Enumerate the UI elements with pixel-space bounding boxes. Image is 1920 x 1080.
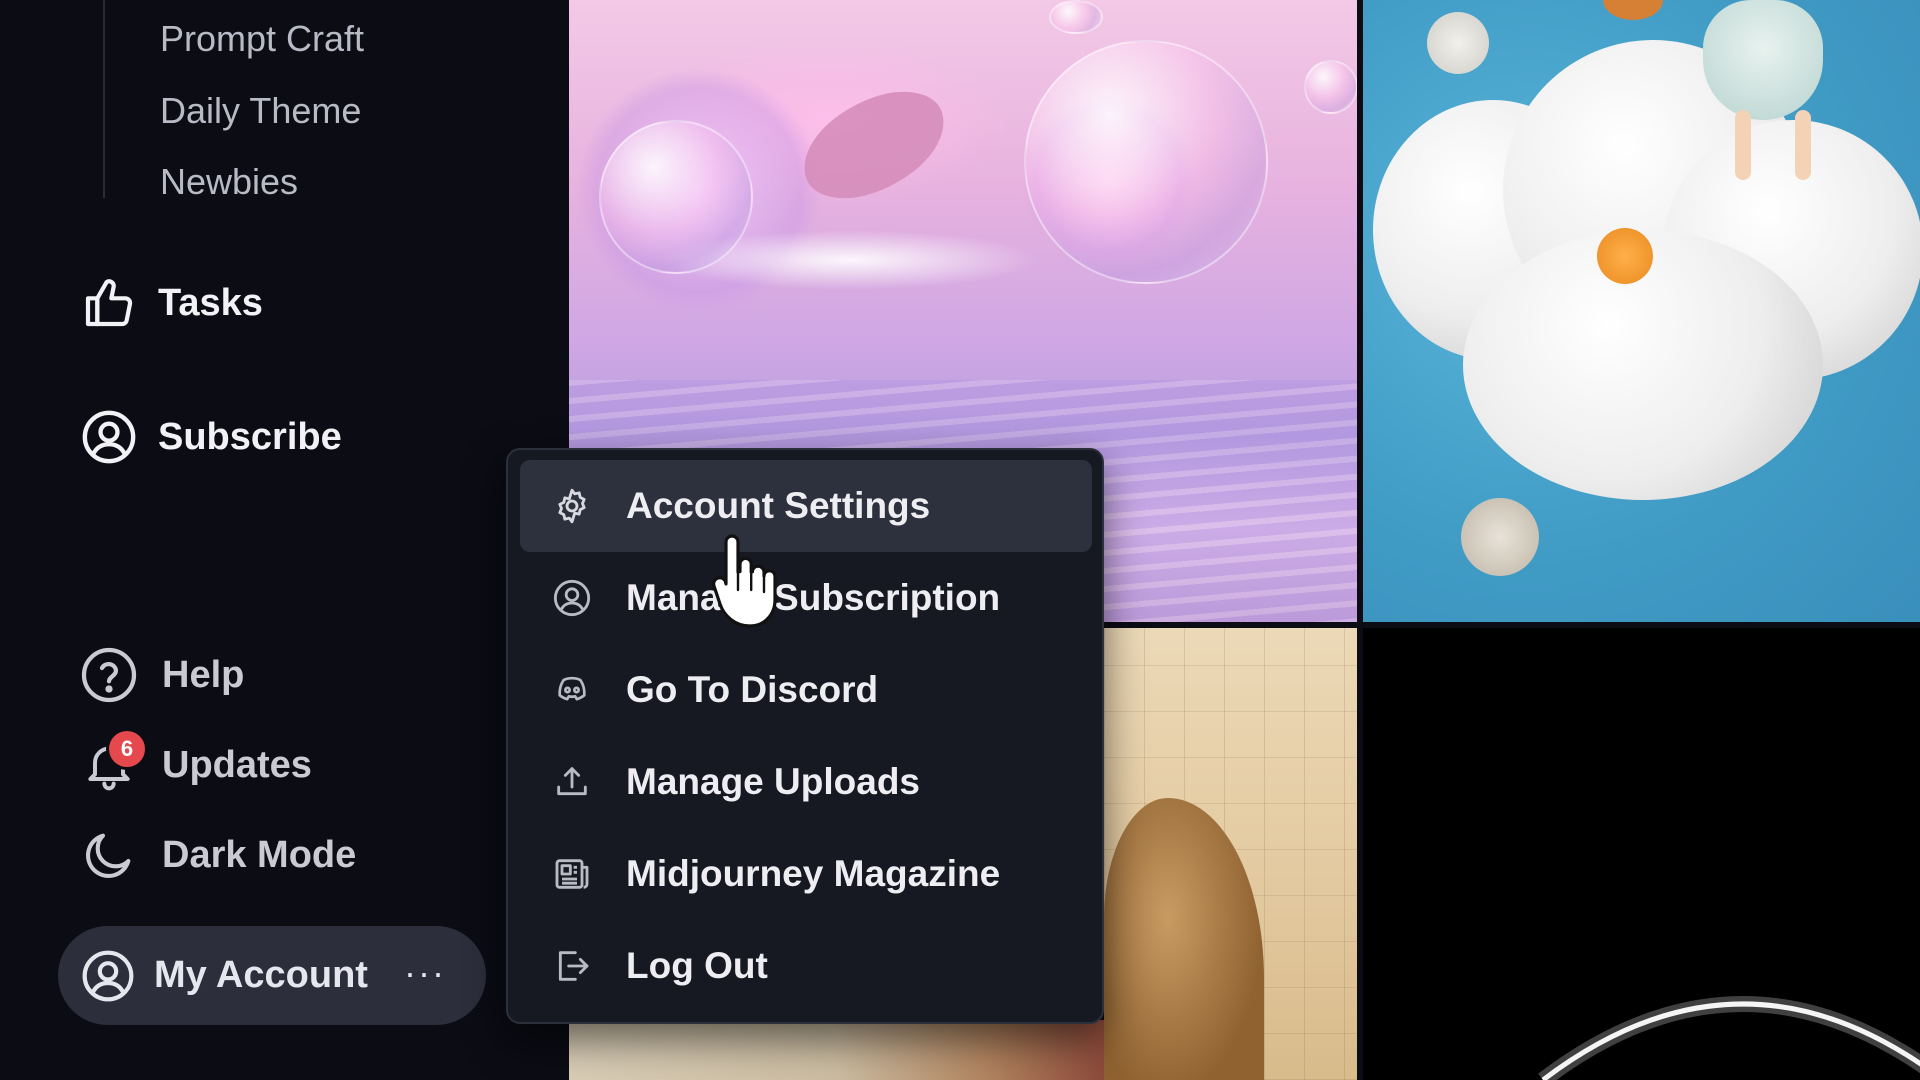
menu-item-label: Manage Uploads — [626, 761, 920, 802]
doll-figure — [1703, 0, 1823, 120]
my-account-label: My Account — [154, 954, 368, 996]
menu-item-manage-subscription[interactable]: Manage Subscription — [520, 552, 1092, 644]
glow-arc — [1538, 996, 1920, 1080]
sidebar-item-label: Subscribe — [158, 415, 342, 458]
sidebar-item-tasks[interactable]: Tasks — [78, 272, 263, 334]
hand-cursor-icon — [712, 532, 780, 632]
upload-icon — [548, 758, 596, 806]
discord-icon — [548, 666, 596, 714]
user-circle-icon — [80, 948, 136, 1004]
sidebar: Prompt Craft Daily Theme Newbies Tasks S… — [0, 0, 569, 1080]
sidebar-item-help[interactable]: Help — [78, 644, 244, 706]
account-dropdown-menu: Account Settings Manage Subscription Go … — [506, 448, 1104, 1024]
menu-item-midjourney-magazine[interactable]: Midjourney Magazine — [520, 828, 1092, 920]
menu-item-account-settings[interactable]: Account Settings — [520, 460, 1092, 552]
user-circle-icon — [78, 406, 140, 468]
felt-button — [1427, 12, 1489, 74]
menu-item-label: Log Out — [626, 945, 768, 986]
bubble — [1049, 0, 1103, 34]
menu-item-label: Manage Subscription — [626, 577, 1001, 618]
user-circle-icon — [548, 574, 596, 622]
felt-object — [1603, 0, 1663, 20]
sidebar-item-subscribe[interactable]: Subscribe — [78, 406, 342, 468]
sidebar-item-dark-mode[interactable]: Dark Mode — [78, 824, 356, 886]
bell-icon: 6 — [78, 728, 148, 796]
bubble — [1304, 60, 1357, 114]
logout-icon — [548, 942, 596, 990]
gallery-image-dark[interactable] — [1363, 628, 1920, 1080]
menu-item-label: Account Settings — [626, 485, 931, 526]
gear-icon — [548, 482, 596, 530]
sidebar-item-label: Help — [162, 653, 245, 696]
gallery-image-felt-cloud[interactable] — [1363, 0, 1920, 622]
my-account-button[interactable]: My Account ··· — [58, 926, 486, 1025]
sidebar-item-updates[interactable]: 6 Updates — [78, 728, 312, 796]
doll-leg — [1735, 110, 1751, 180]
sidebar-item-label: Dark Mode — [162, 833, 357, 876]
bubble — [1024, 40, 1268, 284]
menu-item-manage-uploads[interactable]: Manage Uploads — [520, 736, 1092, 828]
sidebar-item-label: Tasks — [158, 281, 263, 324]
menu-item-label: Go To Discord — [626, 669, 879, 710]
menu-item-log-out[interactable]: Log Out — [520, 920, 1092, 1012]
whale-tail — [788, 77, 960, 213]
thumbs-up-icon — [78, 272, 140, 334]
sidebar-item-newbies[interactable]: Newbies — [160, 161, 298, 203]
bubble — [599, 120, 753, 274]
notification-badge: 6 — [106, 728, 148, 770]
help-circle-icon — [78, 644, 140, 706]
more-options-icon[interactable]: ··· — [404, 952, 446, 994]
subnav-divider — [103, 0, 105, 198]
felt-button — [1461, 498, 1539, 576]
magazine-icon — [548, 850, 596, 898]
gallery-image-sketch-bottom[interactable] — [569, 1020, 1104, 1080]
moon-icon — [78, 824, 140, 886]
doll-leg — [1795, 110, 1811, 180]
menu-item-go-to-discord[interactable]: Go To Discord — [520, 644, 1092, 736]
sidebar-item-label: Updates — [162, 743, 312, 786]
felt-button — [1597, 228, 1653, 284]
menu-item-label: Midjourney Magazine — [626, 853, 1001, 894]
sidebar-item-daily-theme[interactable]: Daily Theme — [160, 90, 361, 132]
gallery-image-sketch-portrait[interactable] — [1104, 628, 1357, 1080]
sidebar-item-prompt-craft[interactable]: Prompt Craft — [160, 18, 364, 60]
